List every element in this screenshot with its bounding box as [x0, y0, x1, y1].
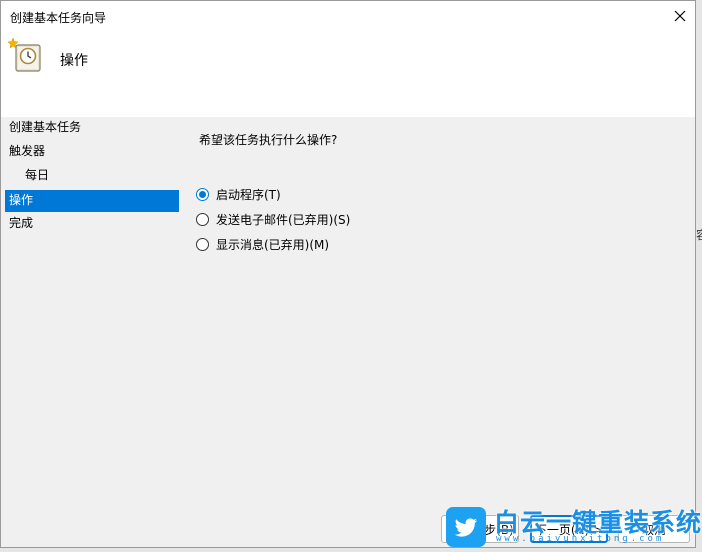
wizard-steps: 创建基本任务 触发器 每日 操作 完成: [1, 117, 183, 237]
wizard-header: 操作: [1, 31, 695, 117]
next-button[interactable]: 下一页(N) >: [530, 515, 608, 543]
title-bar: 创建基本任务向导: [1, 1, 695, 31]
step-finish[interactable]: 完成: [1, 213, 183, 237]
step-action[interactable]: 操作: [5, 190, 179, 212]
window-title: 创建基本任务向导: [10, 11, 107, 25]
option-display-message-label: 显示消息(已弃用)(M): [216, 238, 330, 252]
option-send-email[interactable]: 发送电子邮件(已弃用)(S): [196, 207, 350, 232]
task-clock-icon: [7, 37, 41, 72]
wizard-window: 创建基本任务向导 操作 创建基本任务 触发器 每日 操作 完成 希望该任务执行什…: [0, 0, 696, 548]
page-title: 操作: [60, 53, 88, 69]
option-start-program[interactable]: 启动程序(T): [196, 182, 350, 207]
radio-start-program[interactable]: [196, 188, 209, 201]
background-text-fragment: 容: [696, 226, 702, 243]
cancel-button[interactable]: 取消: [618, 515, 690, 543]
action-question: 希望该任务执行什么操作?: [199, 133, 338, 147]
option-send-email-label: 发送电子邮件(已弃用)(S): [216, 213, 351, 227]
action-options: 启动程序(T) 发送电子邮件(已弃用)(S) 显示消息(已弃用)(M): [196, 182, 350, 257]
close-icon: [674, 10, 686, 22]
back-button[interactable]: < 上一步(B): [441, 515, 519, 543]
radio-send-email[interactable]: [196, 213, 209, 226]
step-create-basic-task[interactable]: 创建基本任务: [1, 117, 183, 141]
step-daily[interactable]: 每日: [1, 165, 183, 189]
option-display-message[interactable]: 显示消息(已弃用)(M): [196, 232, 350, 257]
option-start-program-label: 启动程序(T): [216, 188, 281, 202]
step-trigger[interactable]: 触发器: [1, 141, 183, 165]
close-button[interactable]: [665, 1, 695, 31]
radio-display-message[interactable]: [196, 238, 209, 251]
